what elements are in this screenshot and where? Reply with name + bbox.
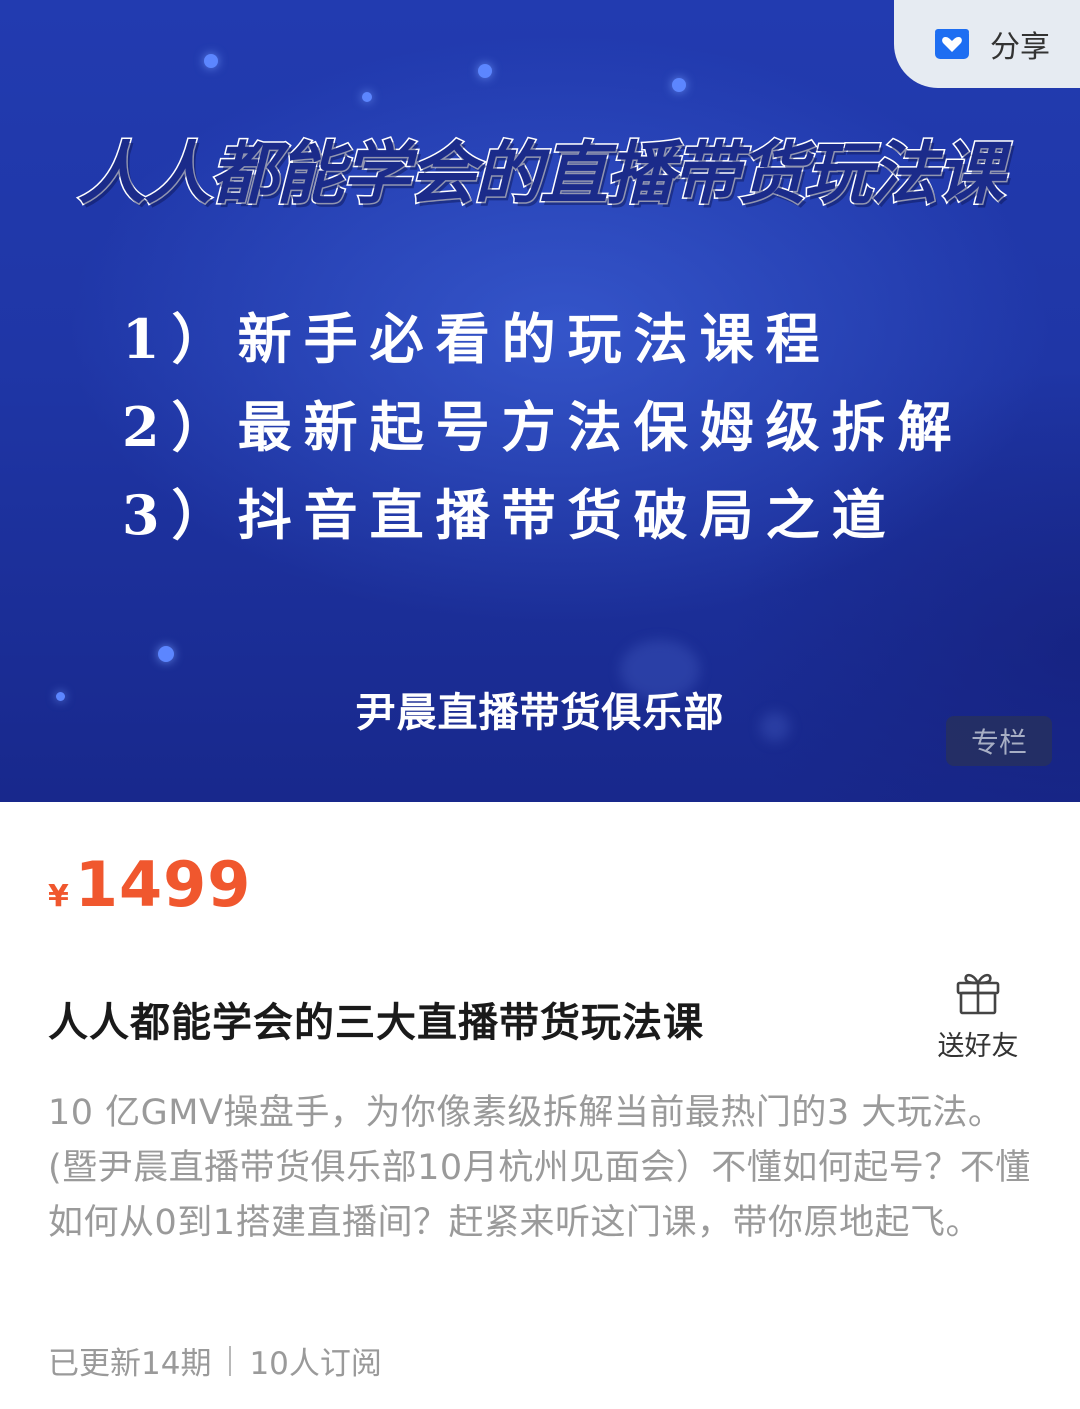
- meta-divider: [229, 1345, 232, 1376]
- decorative-dot: [362, 92, 372, 102]
- banner-point: 2）最新起号方法保姆级拆解: [122, 395, 964, 459]
- course-title: 人人都能学会的三大直播带货玩法课: [48, 1000, 704, 1046]
- gift-label: 送好友: [937, 1031, 1019, 1062]
- share-label: 分享: [990, 30, 1050, 65]
- gift-to-friend-button[interactable]: 送好友: [928, 966, 1028, 1063]
- column-tag: 专栏: [946, 716, 1052, 766]
- course-description: 10 亿GMV操盘手，为你像素级拆解当前最热门的3 大玩法。(暨尹晨直播带货俱乐…: [48, 1093, 1031, 1243]
- decorative-dot: [672, 78, 686, 92]
- decorative-dot: [478, 64, 492, 78]
- update-count: 已更新14期: [48, 1346, 212, 1382]
- gift-icon: [956, 973, 1000, 1015]
- price-value: 1499: [74, 848, 252, 921]
- decorative-dot: [158, 646, 174, 662]
- banner-title: 人人都能学会的直播带货玩法课: [76, 133, 1005, 216]
- banner-point: 3）抖音直播带货破局之道: [122, 483, 898, 547]
- course-price: ¥ 1499: [48, 848, 251, 921]
- decorative-dot: [204, 54, 218, 68]
- banner-point: 1）新手必看的玩法课程: [122, 307, 832, 371]
- currency-symbol: ¥: [48, 879, 69, 914]
- banner-points: 1）新手必看的玩法课程 2）最新起号方法保姆级拆解 3）抖音直播带货破局之道: [122, 295, 964, 559]
- banner-club-name: 尹晨直播带货俱乐部: [355, 689, 725, 736]
- course-banner: 人人都能学会的直播带货玩法课 1）新手必看的玩法课程 2）最新起号方法保姆级拆解…: [0, 0, 1080, 802]
- share-heart-icon: [935, 29, 969, 59]
- course-meta: 已更新14期 10人订阅: [48, 1338, 382, 1383]
- subscriber-count: 10人订阅: [249, 1346, 382, 1382]
- share-button[interactable]: 分享: [894, 0, 1080, 88]
